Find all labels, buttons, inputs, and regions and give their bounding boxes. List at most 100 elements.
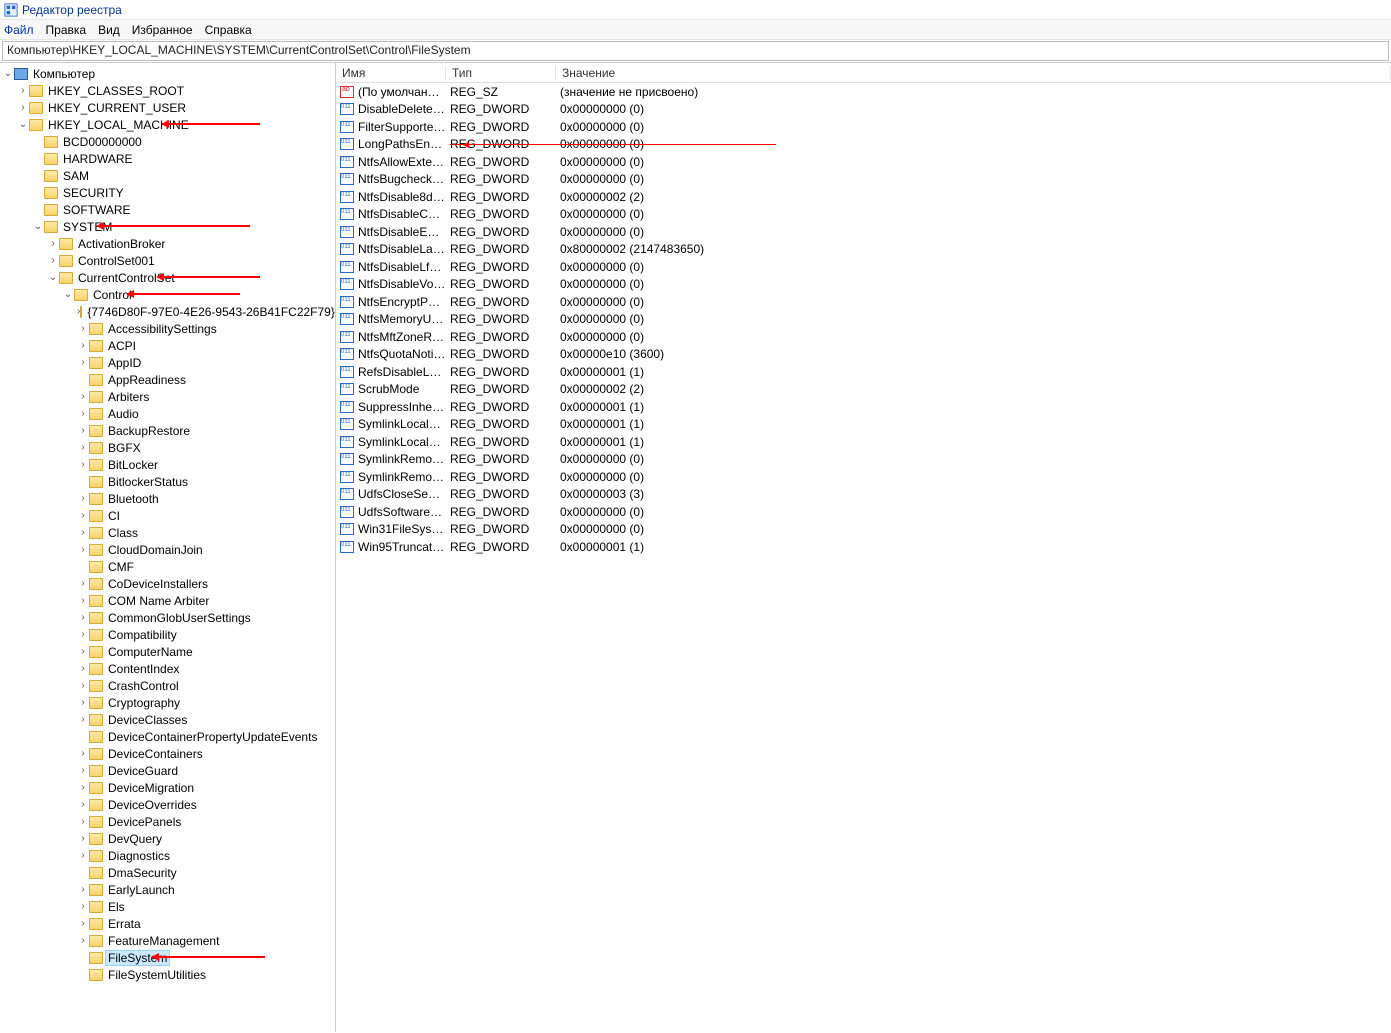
value-row[interactable]: NtfsDisableCom…REG_DWORD0x00000000 (0) (336, 206, 1391, 224)
value-row[interactable]: SymlinkRemote…REG_DWORD0x00000000 (0) (336, 451, 1391, 469)
tree-item-crashcontrol[interactable]: ›CrashControl (0, 677, 335, 694)
chevron-down-icon[interactable]: ⌄ (47, 272, 59, 283)
tree-item-devicemigration[interactable]: ›DeviceMigration (0, 779, 335, 796)
chevron-right-icon[interactable]: › (77, 697, 89, 708)
chevron-right-icon[interactable]: › (77, 680, 89, 691)
value-row[interactable]: SymlinkLocalTo…REG_DWORD0x00000001 (1) (336, 416, 1391, 434)
tree-item-codeviceinstallers[interactable]: ›CoDeviceInstallers (0, 575, 335, 592)
tree-item-accessibilitysettings[interactable]: ›AccessibilitySettings (0, 320, 335, 337)
chevron-down-icon[interactable]: ⌄ (17, 119, 29, 130)
tree-item-deviceoverrides[interactable]: ›DeviceOverrides (0, 796, 335, 813)
chevron-right-icon[interactable]: › (77, 901, 89, 912)
tree-pane[interactable]: ⌄Компьютер›HKEY_CLASSES_ROOT›HKEY_CURREN… (0, 63, 336, 1032)
tree-item-bluetooth[interactable]: ›Bluetooth (0, 490, 335, 507)
tree-hive-hkcu[interactable]: ›HKEY_CURRENT_USER (0, 99, 335, 116)
tree-item-sam[interactable]: SAM (0, 167, 335, 184)
value-row[interactable]: NtfsDisableLast…REG_DWORD0x80000002 (214… (336, 241, 1391, 259)
tree-item-appreadiness[interactable]: AppReadiness (0, 371, 335, 388)
value-row[interactable]: RefsDisableLast…REG_DWORD0x00000001 (1) (336, 363, 1391, 381)
value-row[interactable]: NtfsMftZoneRes…REG_DWORD0x00000000 (0) (336, 328, 1391, 346)
tree-item-hardware[interactable]: HARDWARE (0, 150, 335, 167)
value-row[interactable]: Win31FileSystemREG_DWORD0x00000000 (0) (336, 521, 1391, 539)
chevron-right-icon[interactable]: › (77, 425, 89, 436)
tree-item-class[interactable]: ›Class (0, 524, 335, 541)
chevron-right-icon[interactable]: › (77, 544, 89, 555)
chevron-right-icon[interactable]: › (77, 527, 89, 538)
tree-item-cmf[interactable]: CMF (0, 558, 335, 575)
tree-item-ci[interactable]: ›CI (0, 507, 335, 524)
chevron-right-icon[interactable]: › (77, 595, 89, 606)
value-row[interactable]: NtfsDisableVols…REG_DWORD0x00000000 (0) (336, 276, 1391, 294)
tree-item-commonglobusersettings[interactable]: ›CommonGlobUserSettings (0, 609, 335, 626)
tree-item-security[interactable]: SECURITY (0, 184, 335, 201)
chevron-right-icon[interactable]: › (77, 510, 89, 521)
menu-item-файл[interactable]: Файл (4, 23, 34, 37)
value-row[interactable]: NtfsDisableEncr…REG_DWORD0x00000000 (0) (336, 223, 1391, 241)
tree-item-deviceguard[interactable]: ›DeviceGuard (0, 762, 335, 779)
column-name[interactable]: Имя (336, 66, 446, 80)
column-value[interactable]: Значение (556, 66, 1391, 80)
tree-item-diagnostics[interactable]: ›Diagnostics (0, 847, 335, 864)
value-row[interactable]: NtfsBugcheckO…REG_DWORD0x00000000 (0) (336, 171, 1391, 189)
chevron-right-icon[interactable]: › (77, 833, 89, 844)
tree-item-deviceclasses[interactable]: ›DeviceClasses (0, 711, 335, 728)
tree-item-cryptography[interactable]: ›Cryptography (0, 694, 335, 711)
tree-item-currentcontrolset[interactable]: ⌄CurrentControlSet (0, 269, 335, 286)
tree-item-software[interactable]: SOFTWARE (0, 201, 335, 218)
chevron-right-icon[interactable]: › (77, 612, 89, 623)
value-row[interactable]: FilterSupportedF…REG_DWORD0x00000000 (0) (336, 118, 1391, 136)
menu-item-вид[interactable]: Вид (98, 23, 120, 37)
value-row[interactable]: UdfsSoftwareDe…REG_DWORD0x00000000 (0) (336, 503, 1391, 521)
value-row[interactable]: SuppressInherita…REG_DWORD0x00000001 (1) (336, 398, 1391, 416)
chevron-right-icon[interactable]: › (77, 493, 89, 504)
value-row[interactable]: SymlinkLocalTo…REG_DWORD0x00000001 (1) (336, 433, 1391, 451)
chevron-right-icon[interactable]: › (77, 323, 89, 334)
tree-item-featuremanagement[interactable]: ›FeatureManagement (0, 932, 335, 949)
value-row[interactable]: NtfsAllowExten…REG_DWORD0x00000000 (0) (336, 153, 1391, 171)
value-row[interactable]: (По умолчанию)REG_SZ(значение не присвое… (336, 83, 1391, 101)
chevron-right-icon[interactable]: › (77, 459, 89, 470)
tree-item-7746d80f97e04e26954326b41fc22f79[interactable]: ›{7746D80F-97E0-4E26-9543-26B41FC22F79} (0, 303, 335, 320)
chevron-right-icon[interactable]: › (77, 884, 89, 895)
chevron-right-icon[interactable]: › (47, 255, 59, 266)
chevron-down-icon[interactable]: ⌄ (62, 289, 74, 300)
value-row[interactable]: NtfsEncryptPagi…REG_DWORD0x00000000 (0) (336, 293, 1391, 311)
list-pane[interactable]: Имя Тип Значение (По умолчанию)REG_SZ(зн… (336, 63, 1391, 1032)
tree-item-controlset001[interactable]: ›ControlSet001 (0, 252, 335, 269)
tree-item-control[interactable]: ⌄Control (0, 286, 335, 303)
chevron-right-icon[interactable]: › (77, 391, 89, 402)
tree-item-compatibility[interactable]: ›Compatibility (0, 626, 335, 643)
chevron-down-icon[interactable]: ⌄ (32, 221, 44, 232)
value-row[interactable]: NtfsQuotaNotif…REG_DWORD0x00000e10 (3600… (336, 346, 1391, 364)
chevron-right-icon[interactable]: › (77, 408, 89, 419)
value-row[interactable]: SymlinkRemote…REG_DWORD0x00000000 (0) (336, 468, 1391, 486)
tree-item-clouddomainjoin[interactable]: ›CloudDomainJoin (0, 541, 335, 558)
tree-item-filesystem[interactable]: FileSystem (0, 949, 335, 966)
chevron-right-icon[interactable]: › (77, 748, 89, 759)
value-row[interactable]: NtfsMemoryUsa…REG_DWORD0x00000000 (0) (336, 311, 1391, 329)
chevron-right-icon[interactable]: › (17, 85, 29, 96)
chevron-right-icon[interactable]: › (77, 935, 89, 946)
tree-item-devicecontainerpropertyupdateevents[interactable]: DeviceContainerPropertyUpdateEvents (0, 728, 335, 745)
chevron-right-icon[interactable]: › (77, 799, 89, 810)
column-type[interactable]: Тип (446, 66, 556, 80)
path-bar[interactable]: Компьютер\HKEY_LOCAL_MACHINE\SYSTEM\Curr… (2, 41, 1389, 61)
tree-item-bitlockerstatus[interactable]: BitlockerStatus (0, 473, 335, 490)
tree-hive-hklm[interactable]: ⌄HKEY_LOCAL_MACHINE (0, 116, 335, 133)
chevron-right-icon[interactable]: › (17, 102, 29, 113)
menu-item-справка[interactable]: Справка (205, 23, 252, 37)
value-row[interactable]: NtfsDisable8dot…REG_DWORD0x00000002 (2) (336, 188, 1391, 206)
chevron-right-icon[interactable]: › (77, 578, 89, 589)
tree-item-comnamearbiter[interactable]: ›COM Name Arbiter (0, 592, 335, 609)
value-row[interactable]: DisableDeleteNo…REG_DWORD0x00000000 (0) (336, 101, 1391, 119)
value-row[interactable]: NtfsDisableLfsD…REG_DWORD0x00000000 (0) (336, 258, 1391, 276)
chevron-right-icon[interactable]: › (77, 850, 89, 861)
tree-hive-hkcr[interactable]: ›HKEY_CLASSES_ROOT (0, 82, 335, 99)
tree-item-appid[interactable]: ›AppID (0, 354, 335, 371)
tree-item-contentindex[interactable]: ›ContentIndex (0, 660, 335, 677)
tree-item-system[interactable]: ⌄SYSTEM (0, 218, 335, 235)
value-row[interactable]: Win95Truncated…REG_DWORD0x00000001 (1) (336, 538, 1391, 556)
chevron-right-icon[interactable]: › (77, 765, 89, 776)
tree-root-computer[interactable]: ⌄Компьютер (0, 65, 335, 82)
chevron-right-icon[interactable]: › (77, 442, 89, 453)
